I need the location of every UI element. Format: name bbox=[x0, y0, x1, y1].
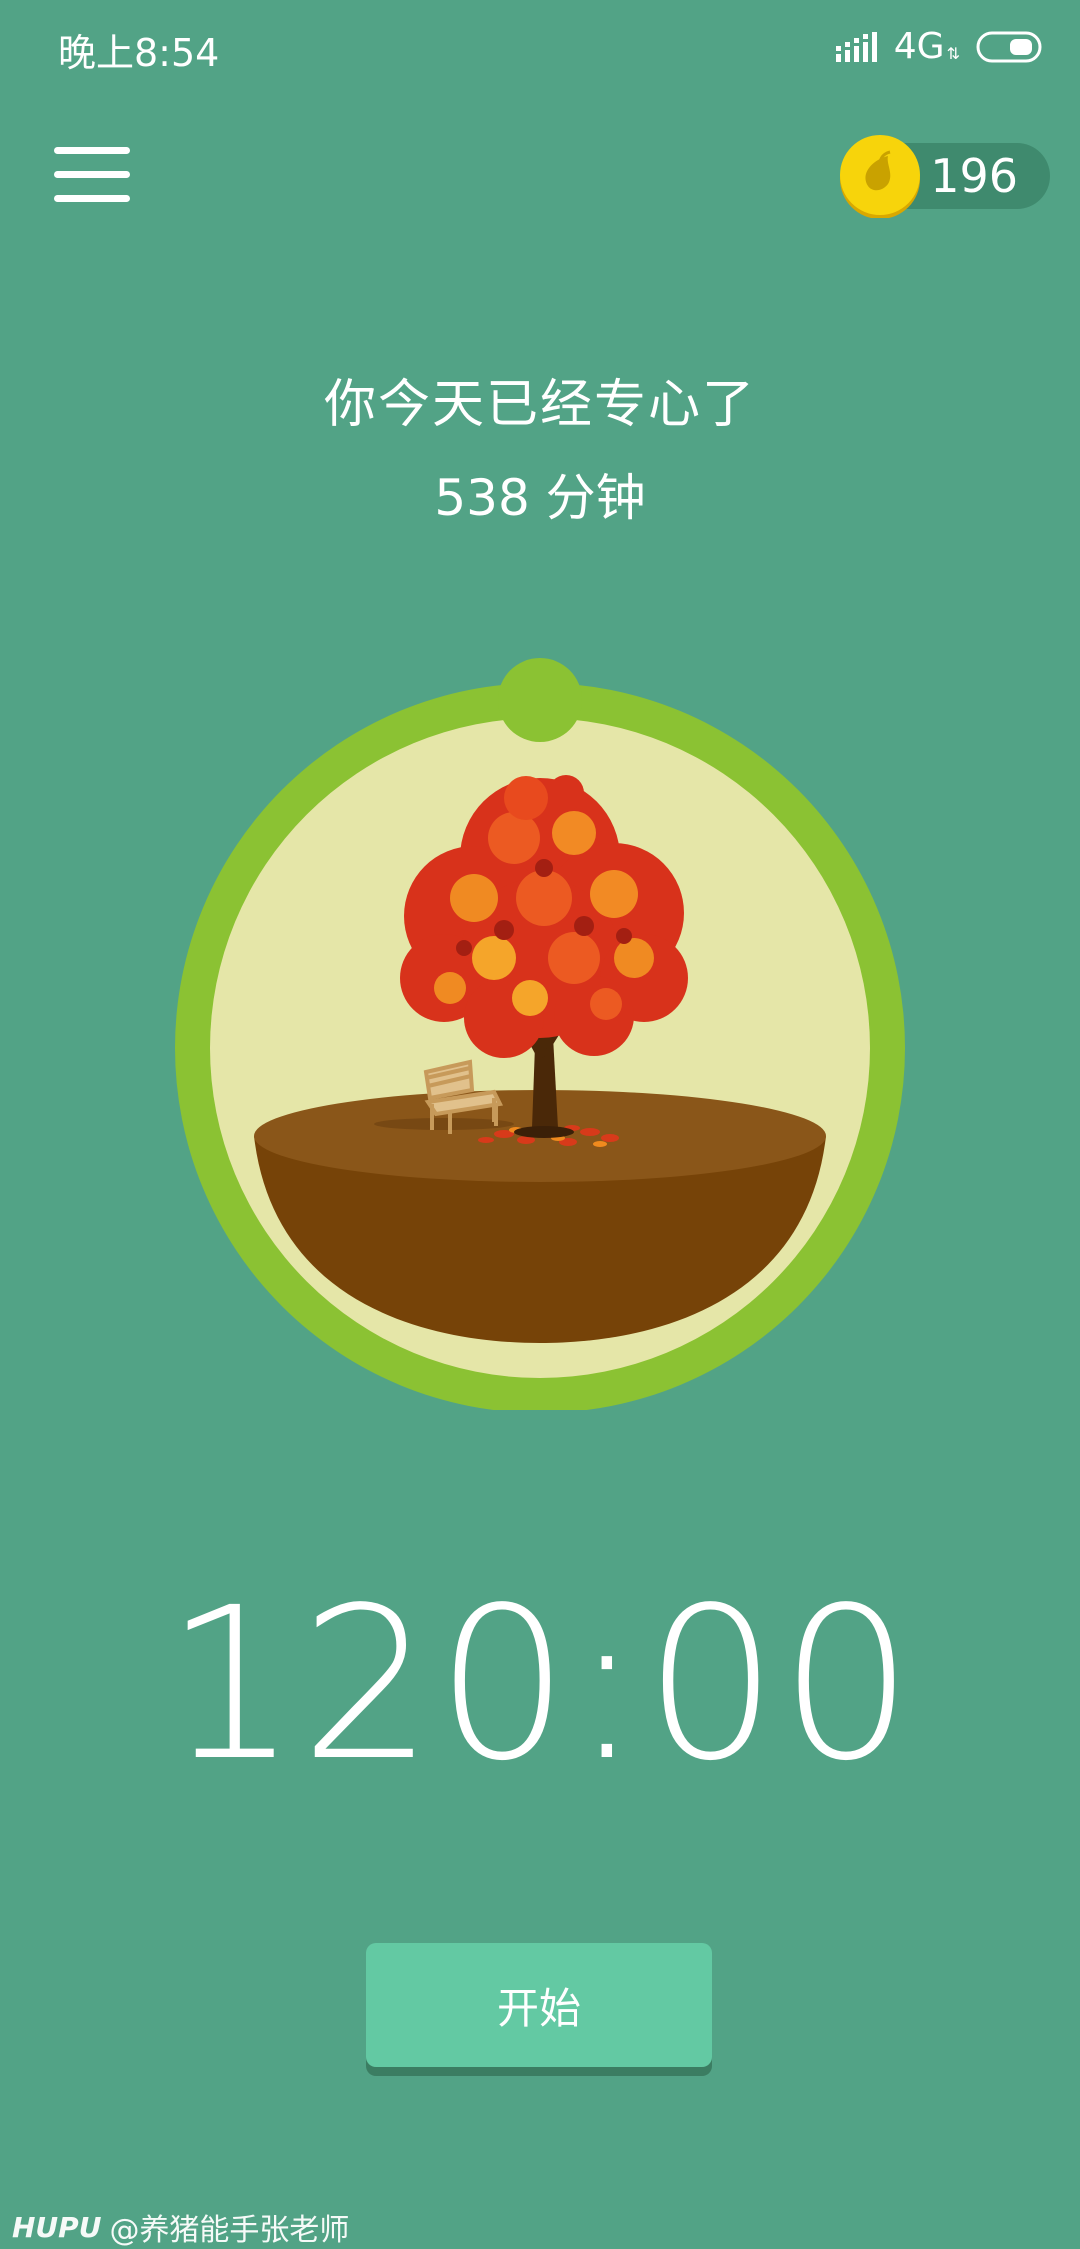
focus-summary-title: 你今天已经专心了 bbox=[323, 375, 756, 435]
watermark-text: @养猪能手张老师 bbox=[109, 2213, 350, 2248]
tree-dial[interactable] bbox=[174, 658, 906, 1410]
status-bar: 晚上8:54 4G ⇅ bbox=[0, 0, 1080, 90]
status-time: 晚上8:54 bbox=[58, 31, 220, 75]
coin-count: 196 bbox=[930, 149, 1018, 203]
network-arrows-icon: ⇅ bbox=[946, 44, 960, 63]
watermark: HUPU @养猪能手张老师 bbox=[12, 2205, 349, 2249]
seed-coin-icon bbox=[840, 135, 920, 218]
status-icons: 4G ⇅ bbox=[835, 26, 1044, 67]
timer-display: 120:00 bbox=[164, 1562, 916, 1807]
network-type: 4G bbox=[893, 26, 945, 67]
network-indicator: 4G ⇅ bbox=[894, 26, 960, 67]
focus-summary-minutes: 538 分钟 bbox=[434, 469, 646, 527]
start-button[interactable]: 开始 bbox=[366, 1943, 712, 2067]
signal-icon bbox=[835, 31, 877, 62]
dial-handle bbox=[498, 658, 582, 742]
watermark-logo: HUPU bbox=[12, 2210, 102, 2244]
battery-icon bbox=[976, 31, 1042, 62]
menu-button[interactable] bbox=[54, 145, 132, 205]
